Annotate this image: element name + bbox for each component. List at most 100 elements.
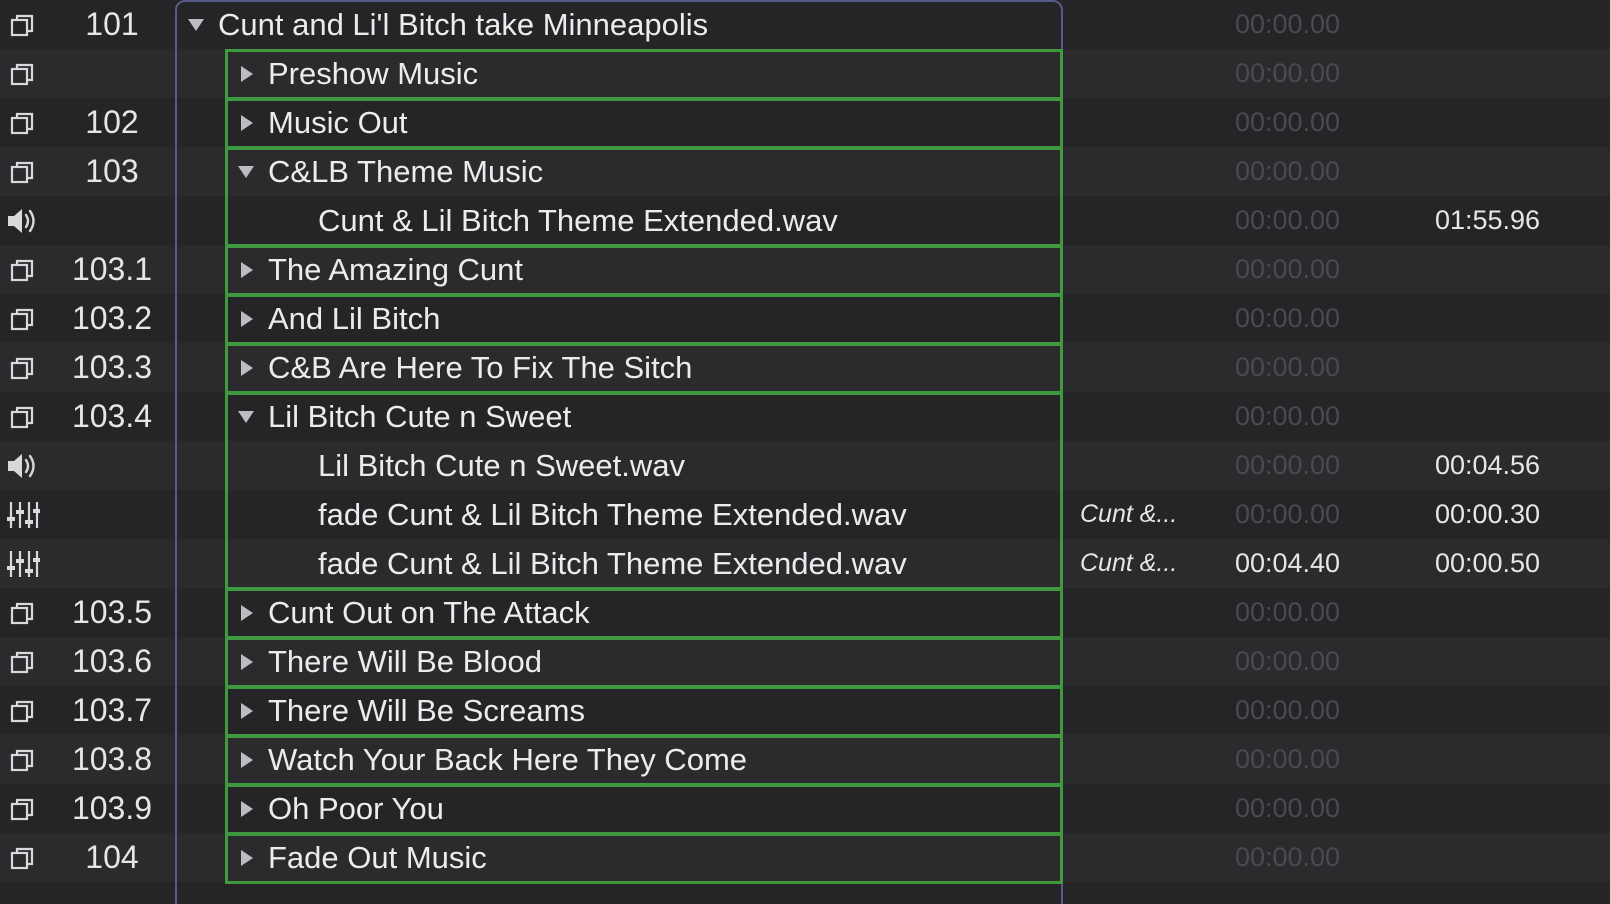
cue-duration bbox=[1410, 343, 1565, 392]
cue-prewait: 00:00.00 bbox=[1234, 401, 1341, 431]
cue-prewait: 00:00.00 bbox=[1234, 156, 1341, 186]
cue-duration bbox=[1410, 294, 1565, 343]
cue-number: 103.2 bbox=[71, 300, 153, 336]
group-cue-icon bbox=[6, 8, 40, 42]
cue-duration bbox=[1410, 98, 1565, 147]
cue-row[interactable]: 103.1 The Amazing Cunt 00:00.00 bbox=[0, 245, 1610, 294]
disclosure-triangle-right-icon[interactable] bbox=[232, 343, 260, 392]
group-cue-icon bbox=[6, 253, 40, 287]
cue-prewait: 00:00.00 bbox=[1234, 205, 1341, 235]
cue-row[interactable]: 103.3 C&B Are Here To Fix The Sitch 00:00.… bbox=[0, 343, 1610, 392]
cue-duration bbox=[1410, 833, 1565, 882]
cue-row[interactable]: 103.5 Cunt Out on The Attack 00:00.00 bbox=[0, 588, 1610, 637]
cue-duration: 00:00.50 bbox=[1434, 548, 1541, 578]
cue-duration bbox=[1410, 49, 1565, 98]
cue-prewait: 00:04.40 bbox=[1234, 548, 1341, 578]
cue-name: Oh Poor You bbox=[268, 791, 444, 826]
cue-number: 103 bbox=[85, 153, 139, 189]
cue-target: Cunt &... bbox=[1080, 500, 1178, 528]
cue-row[interactable]: 103.9 Oh Poor You 00:00.00 bbox=[0, 784, 1610, 833]
group-cue-icon bbox=[6, 743, 40, 777]
cue-row[interactable]: Lil Bitch Cute n Sweet.wav 00:00.00 00:04.… bbox=[0, 441, 1610, 490]
cue-number bbox=[52, 49, 172, 98]
cue-prewait: 00:00.00 bbox=[1234, 450, 1341, 480]
cue-name: Cunt Out on The Attack bbox=[268, 595, 590, 630]
disclosure-triangle-down-icon[interactable] bbox=[182, 0, 210, 49]
cue-prewait: 00:00.00 bbox=[1234, 9, 1341, 39]
cue-duration bbox=[1410, 637, 1565, 686]
cue-name: Cunt & Lil Bitch Theme Extended.wav bbox=[318, 203, 838, 238]
cue-prewait: 00:00.00 bbox=[1234, 744, 1341, 774]
cue-row[interactable]: fade Cunt & Lil Bitch Theme Extended.wav… bbox=[0, 490, 1610, 539]
cue-prewait: 00:00.00 bbox=[1234, 107, 1341, 137]
disclosure-triangle-right-icon[interactable] bbox=[232, 833, 260, 882]
cue-name: And Lil Bitch bbox=[268, 301, 441, 336]
group-cue-icon bbox=[6, 400, 40, 434]
cue-duration bbox=[1410, 392, 1565, 441]
cue-duration bbox=[1410, 735, 1565, 784]
cue-name: fade Cunt & Lil Bitch Theme Extended.wav bbox=[318, 497, 907, 532]
cue-row[interactable]: 103.8 Watch Your Back Here They Come 00:00… bbox=[0, 735, 1610, 784]
cue-row[interactable]: Preshow Music 00:00.00 bbox=[0, 49, 1610, 98]
cue-prewait: 00:00.00 bbox=[1234, 303, 1341, 333]
cue-row[interactable]: Cunt & Lil Bitch Theme Extended.wav 00:00… bbox=[0, 196, 1610, 245]
disclosure-triangle-right-icon[interactable] bbox=[232, 637, 260, 686]
cue-name: C&B Are Here To Fix The Sitch bbox=[268, 350, 693, 385]
cue-number: 103.9 bbox=[71, 790, 153, 826]
group-cue-icon bbox=[6, 596, 40, 630]
disclosure-triangle-right-icon[interactable] bbox=[232, 784, 260, 833]
cue-prewait: 00:00.00 bbox=[1234, 499, 1341, 529]
cue-number: 103.8 bbox=[71, 741, 153, 777]
cue-name: Music Out bbox=[268, 105, 408, 140]
cue-number: 103.5 bbox=[71, 594, 153, 630]
cue-name: Cunt and Li'l Bitch take Minneapolis bbox=[218, 7, 709, 42]
cue-number: 104 bbox=[85, 839, 139, 875]
cue-duration bbox=[1410, 0, 1565, 49]
cue-number bbox=[52, 490, 172, 539]
cue-duration bbox=[1410, 245, 1565, 294]
disclosure-triangle-right-icon[interactable] bbox=[232, 98, 260, 147]
cue-number: 103.3 bbox=[71, 349, 153, 385]
disclosure-triangle-right-icon[interactable] bbox=[232, 735, 260, 784]
disclosure-triangle-right-icon[interactable] bbox=[232, 588, 260, 637]
cue-number: 103.6 bbox=[71, 643, 153, 679]
cue-name: fade Cunt & Lil Bitch Theme Extended.wav bbox=[318, 546, 907, 581]
disclosure-triangle-right-icon[interactable] bbox=[232, 245, 260, 294]
cue-name: The Amazing Cunt bbox=[268, 252, 524, 287]
cue-number: 103.7 bbox=[71, 692, 153, 728]
cue-duration: 00:00.30 bbox=[1434, 499, 1541, 529]
cue-row[interactable]: 104 Fade Out Music 00:00.00 bbox=[0, 833, 1610, 882]
cue-row[interactable]: 103.6 There Will Be Blood 00:00.00 bbox=[0, 637, 1610, 686]
disclosure-triangle-right-icon[interactable] bbox=[232, 49, 260, 98]
cue-duration: 00:04.56 bbox=[1434, 450, 1541, 480]
disclosure-triangle-down-icon[interactable] bbox=[232, 392, 260, 441]
cue-row[interactable]: 103.4 Lil Bitch Cute n Sweet 00:00.00 bbox=[0, 392, 1610, 441]
cue-number: 102 bbox=[85, 104, 139, 140]
fader-icon bbox=[6, 498, 40, 532]
cue-row[interactable]: 103.7 There Will Be Screams 00:00.00 bbox=[0, 686, 1610, 735]
cue-prewait: 00:00.00 bbox=[1234, 646, 1341, 676]
cue-prewait: 00:00.00 bbox=[1234, 58, 1341, 88]
cue-number bbox=[52, 196, 172, 245]
cue-name: Watch Your Back Here They Come bbox=[268, 742, 748, 777]
speaker-icon bbox=[6, 204, 40, 238]
cue-prewait: 00:00.00 bbox=[1234, 352, 1341, 382]
cue-name: Fade Out Music bbox=[268, 840, 487, 875]
cue-name: Preshow Music bbox=[268, 56, 479, 91]
cue-row[interactable]: 103.2 And Lil Bitch 00:00.00 bbox=[0, 294, 1610, 343]
cue-number bbox=[52, 539, 172, 588]
disclosure-triangle-right-icon[interactable] bbox=[232, 686, 260, 735]
disclosure-triangle-right-icon[interactable] bbox=[232, 294, 260, 343]
disclosure-triangle-down-icon[interactable] bbox=[232, 147, 260, 196]
cue-row[interactable]: 102 Music Out 00:00.00 bbox=[0, 98, 1610, 147]
cue-row[interactable]: 103 C&LB Theme Music 00:00.00 bbox=[0, 147, 1610, 196]
cue-duration bbox=[1410, 686, 1565, 735]
cue-number: 101 bbox=[85, 6, 139, 42]
cue-name: Lil Bitch Cute n Sweet bbox=[268, 399, 572, 434]
cue-name: C&LB Theme Music bbox=[268, 154, 544, 189]
cue-duration: 01:55.96 bbox=[1434, 205, 1541, 235]
cue-row[interactable]: 101 Cunt and Li'l Bitch take Minneapolis 0… bbox=[0, 0, 1610, 49]
cue-row[interactable]: fade Cunt & Lil Bitch Theme Extended.wav… bbox=[0, 539, 1610, 588]
group-cue-icon bbox=[6, 841, 40, 875]
cue-prewait: 00:00.00 bbox=[1234, 842, 1341, 872]
